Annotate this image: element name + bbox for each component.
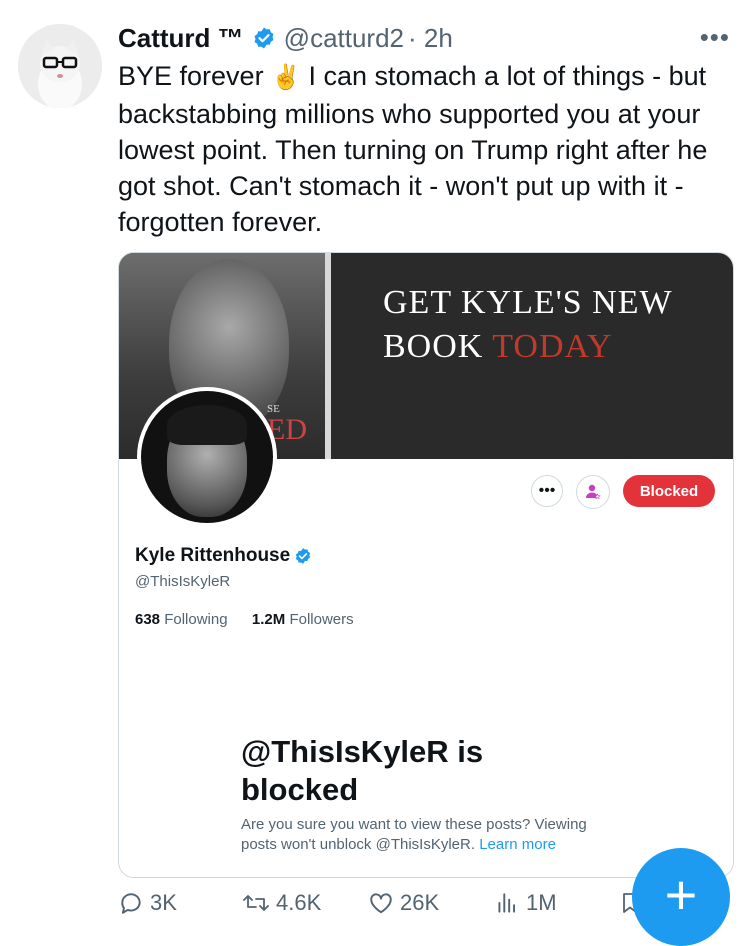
followers-count: 1.2M <box>251 611 286 628</box>
blocked-notice-title: @ThisIsKyleR is blocked <box>241 734 484 807</box>
banner-divider <box>325 253 331 459</box>
blocked-button[interactable]: Blocked <box>623 475 715 507</box>
profile-avatar[interactable] <box>137 387 277 527</box>
following-count: 638 <box>135 611 161 628</box>
compose-button[interactable]: + <box>632 848 730 946</box>
banner-title-red: TODAY <box>492 328 613 365</box>
learn-more-link: Learn more <box>479 836 556 853</box>
profile-stats: 638 Following 1.2M Followers <box>135 611 354 628</box>
banner-title: GET KYLE'S NEW BOOK TODAY <box>383 281 713 369</box>
profile-more-button[interactable]: ••• <box>531 475 563 507</box>
tweet-time[interactable]: · 2h <box>408 23 453 54</box>
reply-button[interactable]: 3K <box>118 890 177 916</box>
verified-badge-icon <box>294 547 312 565</box>
profile-name: Kyle Rittenhouse <box>135 545 291 566</box>
author-avatar[interactable] <box>18 24 102 108</box>
like-icon <box>370 893 392 914</box>
following-label: Following <box>164 611 228 628</box>
cat-avatar-image <box>18 24 102 108</box>
subscribe-icon[interactable] <box>576 475 610 509</box>
followers-label: Followers <box>289 611 354 628</box>
blocked-notice-description: Are you sure you want to view these post… <box>241 815 621 855</box>
author-handle[interactable]: @catturd2 <box>284 23 404 54</box>
repost-button[interactable]: 4.6K <box>242 890 321 916</box>
embedded-image-card[interactable]: SE ED GET KYLE'S NEW BOOK TODAY ••• Bloc… <box>118 252 734 878</box>
victory-hand-emoji: ✌️ <box>271 64 301 91</box>
tweet-text-part1: BYE forever <box>118 61 264 91</box>
repost-count: 4.6K <box>276 890 322 915</box>
like-count: 26K <box>400 890 440 915</box>
tweet-actions: 3K 4.6K 26K 1M <box>118 890 678 930</box>
repost-icon <box>243 895 269 911</box>
tweet-header: Catturd ™ @catturd2 · 2h ••• <box>118 20 730 56</box>
views-button[interactable]: 1M <box>494 890 557 916</box>
views-count: 1M <box>526 890 557 915</box>
profile-handle: @ThisIsKyleR <box>135 573 231 590</box>
views-icon <box>498 893 516 913</box>
verified-badge-icon <box>252 26 276 50</box>
profile-avatar-hair <box>167 405 247 445</box>
more-icon[interactable]: ••• <box>700 22 730 53</box>
tweet-text: BYE forever ✌️ I can stomach a lot of th… <box>118 58 730 240</box>
reply-count: 3K <box>150 890 177 915</box>
like-button[interactable]: 26K <box>368 890 439 916</box>
author-name[interactable]: Catturd ™ <box>118 23 244 54</box>
profile-name-row: Kyle Rittenhouse <box>135 545 312 567</box>
reply-icon <box>121 893 141 914</box>
plus-icon: + <box>664 863 698 926</box>
